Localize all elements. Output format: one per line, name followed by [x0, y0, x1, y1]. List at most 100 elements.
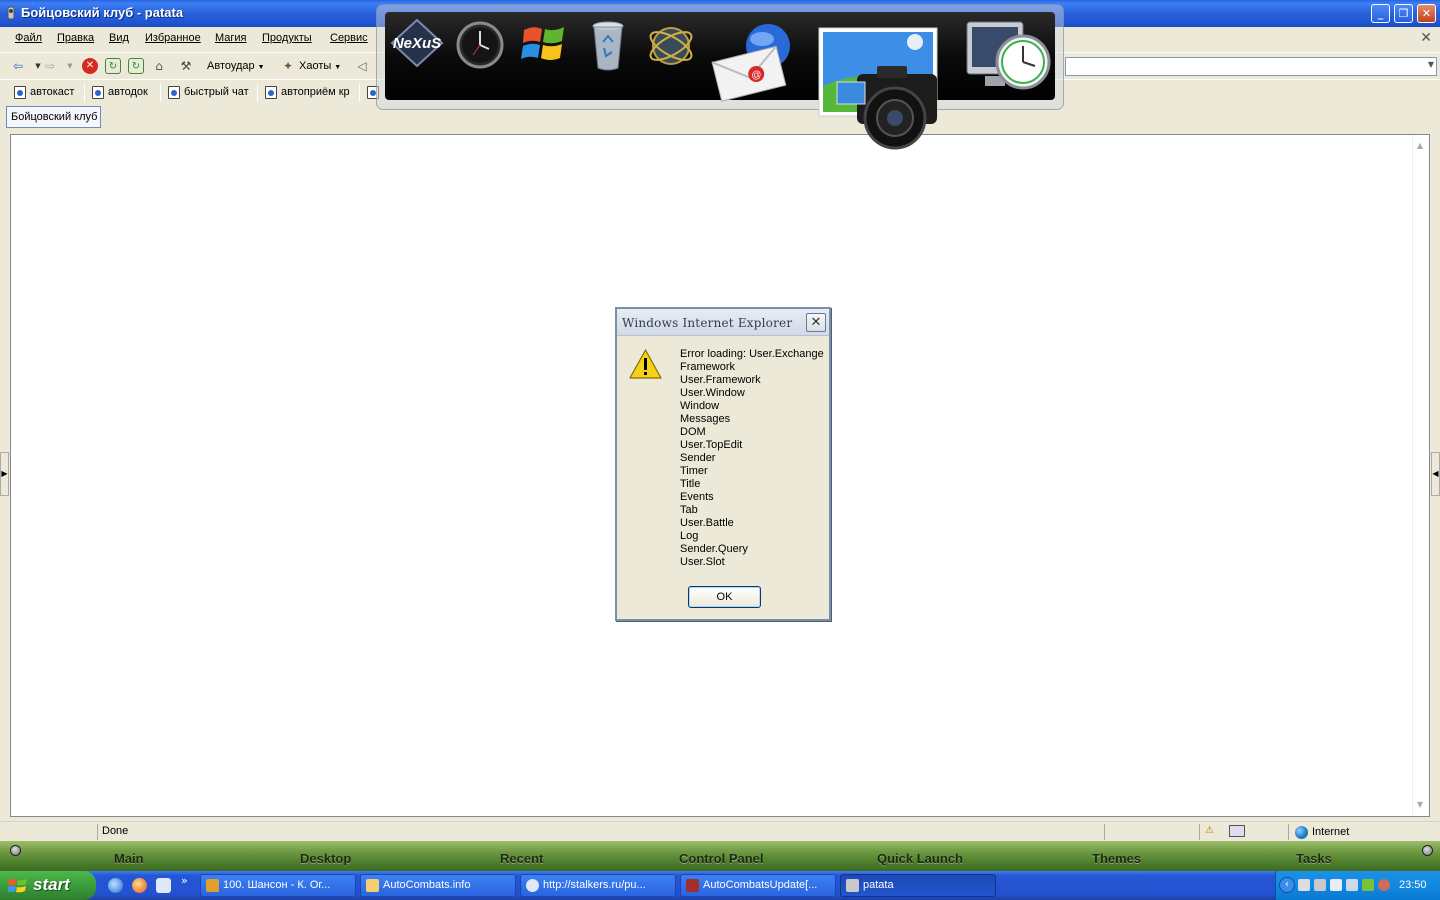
- chevron-down-icon: ▼: [334, 64, 342, 71]
- menu-close-icon[interactable]: ✕: [1420, 30, 1432, 46]
- menu-tools[interactable]: Сервис: [330, 32, 368, 44]
- tab-fight-club[interactable]: Бойцовский клуб: [6, 106, 101, 128]
- haoty-label: Хаоты: [299, 60, 332, 72]
- stop-icon[interactable]: ✕: [82, 58, 98, 74]
- ie-icon[interactable]: [108, 878, 123, 893]
- menu-file[interactable]: Файл: [15, 32, 42, 44]
- tray-app-icon[interactable]: [1298, 879, 1310, 891]
- back-arrow-icon[interactable]: ⇦: [10, 58, 26, 74]
- forward-dropdown-icon[interactable]: ▼: [62, 58, 78, 74]
- haoty-dropdown[interactable]: Хаоты ▼: [299, 57, 341, 75]
- nexus-item-quick-launch[interactable]: Quick Launch: [877, 851, 963, 866]
- task-chanson[interactable]: 100. Шансон - К. Ог...: [200, 874, 356, 897]
- menu-edit[interactable]: Правка: [57, 32, 94, 44]
- task-autocombats-update[interactable]: AutoCombatsUpdate[...: [680, 874, 836, 897]
- right-panel-handle[interactable]: ◀: [1431, 452, 1440, 496]
- status-text: Done: [102, 825, 129, 837]
- app-icon: [7, 6, 15, 20]
- tools-icon[interactable]: ⚒: [178, 58, 194, 74]
- menu-products[interactable]: Продукты: [262, 32, 312, 44]
- nexus-logo-icon[interactable]: NeXuS: [388, 18, 446, 68]
- refresh-icon[interactable]: ↻: [105, 58, 121, 74]
- error-dialog: Windows Internet Explorer ✕ Error loadin…: [615, 307, 831, 621]
- status-divider: [1104, 824, 1105, 840]
- task-label: AutoCombatsUpdate[...: [703, 879, 818, 891]
- grip-handle-icon[interactable]: [10, 845, 21, 856]
- refresh-all-icon[interactable]: ↻: [128, 58, 144, 74]
- tray-expand-icon[interactable]: ‹: [1279, 877, 1295, 893]
- task-patata[interactable]: patata: [840, 874, 996, 897]
- tray-clock[interactable]: 23:50: [1399, 879, 1427, 891]
- taskbar: start » 100. Шансон - К. Ог... AutoComba…: [0, 871, 1440, 900]
- chevron-down-icon[interactable]: ▼: [1428, 60, 1434, 69]
- monitor-clock-icon[interactable]: [963, 18, 1053, 102]
- restore-button[interactable]: ❐: [1394, 4, 1413, 23]
- dialog-title: Windows Internet Explorer: [622, 316, 793, 330]
- minimize-button[interactable]: _: [1371, 4, 1390, 23]
- archive-icon: [686, 879, 699, 892]
- start-button[interactable]: start: [0, 871, 96, 900]
- vertical-scrollbar[interactable]: ▲ ▼: [1412, 135, 1429, 816]
- dock-bar: NeXuS @: [385, 12, 1055, 150]
- status-divider: [1199, 824, 1200, 840]
- tray-network-icon[interactable]: [1378, 879, 1390, 891]
- nexus-item-desktop[interactable]: Desktop: [300, 851, 351, 866]
- address-field[interactable]: ▼: [1065, 57, 1437, 76]
- warning-icon[interactable]: ⚠: [1205, 825, 1218, 837]
- autoudar-dropdown[interactable]: Автоудар ▼: [207, 57, 265, 75]
- nexus-logo-text: NeXuS: [393, 35, 441, 52]
- link-label: автокаст: [30, 86, 75, 98]
- autoudar-label: Автоудар: [207, 60, 255, 72]
- quicklaunch-more-icon[interactable]: »: [181, 874, 188, 887]
- scroll-down-icon[interactable]: ▼: [1413, 798, 1427, 812]
- system-tray: ‹ 23:50: [1275, 871, 1440, 900]
- menu-favorites[interactable]: Избранное: [145, 32, 201, 44]
- forward-arrow-icon[interactable]: ⇨: [42, 58, 58, 74]
- link-quick-chat[interactable]: быстрый чат: [166, 84, 249, 102]
- nexus-item-recent[interactable]: Recent: [500, 851, 543, 866]
- task-label: patata: [863, 879, 894, 891]
- clock-icon[interactable]: [455, 20, 505, 70]
- firefox-icon[interactable]: [132, 878, 147, 893]
- browser-icon: [526, 879, 539, 892]
- network-icon[interactable]: [1229, 825, 1245, 837]
- tray-window-icon[interactable]: [1330, 879, 1342, 891]
- tray-d-icon[interactable]: [1362, 879, 1374, 891]
- grip-handle-icon[interactable]: [1422, 845, 1433, 856]
- network-globe-icon[interactable]: [645, 20, 697, 72]
- left-panel-handle[interactable]: ▶: [0, 452, 9, 496]
- app-icon: [846, 879, 859, 892]
- tray-volume-icon[interactable]: [1346, 879, 1358, 891]
- link-label: автодок: [108, 86, 148, 98]
- chevron-down-icon: ▼: [257, 64, 265, 71]
- link-autodoc[interactable]: автодок: [90, 84, 148, 102]
- menu-view[interactable]: Вид: [109, 32, 129, 44]
- mail-envelope-icon[interactable]: @: [710, 22, 795, 102]
- windows-flag-icon[interactable]: [520, 20, 568, 68]
- security-zone[interactable]: Internet: [1295, 824, 1349, 840]
- page-icon: [14, 86, 26, 99]
- close-button[interactable]: ✕: [1417, 4, 1436, 23]
- task-label: http://stalkers.ru/pu...: [543, 879, 646, 891]
- photo-camera-icon[interactable]: [817, 26, 938, 150]
- speaker-icon[interactable]: ◁: [354, 58, 370, 74]
- task-stalkers[interactable]: http://stalkers.ru/pu...: [520, 874, 676, 897]
- scroll-up-icon[interactable]: ▲: [1413, 139, 1427, 153]
- home-icon[interactable]: ⌂: [151, 58, 167, 74]
- dialog-close-button[interactable]: ✕: [806, 313, 826, 332]
- link-autoaccept[interactable]: автоприём кр: [263, 84, 350, 102]
- nexus-item-control-panel[interactable]: Control Panel: [679, 851, 764, 866]
- tray-app-icon[interactable]: [1314, 879, 1326, 891]
- dialog-titlebar[interactable]: Windows Internet Explorer ✕: [617, 309, 829, 336]
- recycle-bin-icon[interactable]: [590, 18, 626, 72]
- nexus-item-main[interactable]: Main: [114, 851, 144, 866]
- nexus-item-themes[interactable]: Themes: [1092, 851, 1141, 866]
- ok-button[interactable]: OK: [688, 586, 761, 608]
- nexus-item-tasks[interactable]: Tasks: [1296, 851, 1332, 866]
- app-window-icon[interactable]: [156, 878, 171, 893]
- task-label: AutoCombats.info: [383, 879, 471, 891]
- menu-magic[interactable]: Магия: [215, 32, 247, 44]
- task-autocombats-folder[interactable]: AutoCombats.info: [360, 874, 516, 897]
- link-autocast[interactable]: автокаст: [12, 84, 74, 102]
- haoty-icon: ✦: [282, 59, 294, 73]
